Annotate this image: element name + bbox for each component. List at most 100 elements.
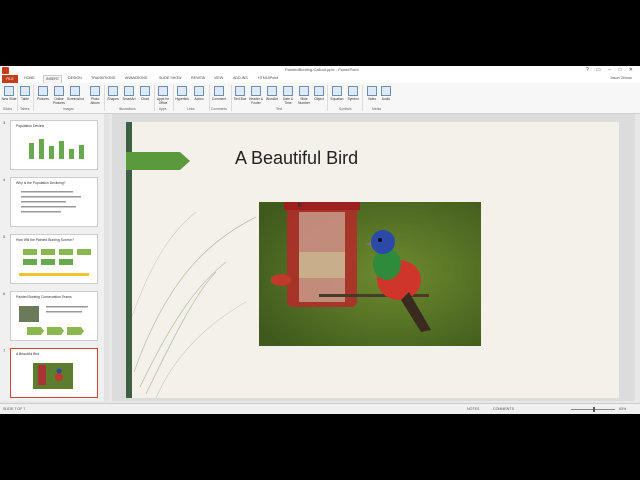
slide-thumbnail-4[interactable]: Why is the Population Declining?	[10, 177, 98, 227]
apps-icon	[158, 86, 168, 96]
thumbnail-photo-preview	[19, 306, 88, 335]
equation-button[interactable]: Equation	[329, 86, 345, 101]
thumbnail-diagram-preview	[19, 249, 91, 276]
zoom-level[interactable]: 65%	[619, 407, 626, 411]
ribbon-separator	[17, 85, 18, 111]
title-bar: PaintedBunting-Callout.pptx - PowerPoint…	[0, 66, 640, 75]
wordart-icon	[267, 86, 277, 96]
tab-home[interactable]: HOME	[24, 76, 35, 80]
thumbnail-bullets-preview	[21, 191, 81, 213]
slide-counter: SLIDE 7 OF 7	[3, 407, 26, 411]
header-footer-button[interactable]: Header & Footer	[248, 86, 264, 105]
hyperlink-icon	[177, 86, 187, 96]
current-slide[interactable]: A Beautiful Bird	[126, 122, 619, 398]
thumbnail-chart-preview	[29, 139, 84, 159]
tab-review[interactable]: REVIEW	[191, 76, 205, 80]
video-icon	[367, 86, 377, 96]
object-button[interactable]: Object	[311, 86, 327, 101]
ribbon-insert: New Slide Table Pictures Online Pictures…	[0, 83, 640, 114]
tab-view[interactable]: VIEW	[214, 76, 223, 80]
equation-icon	[332, 86, 342, 96]
powerpoint-window: PaintedBunting-Callout.pptx - PowerPoint…	[0, 66, 640, 414]
ribbon-separator	[104, 85, 105, 111]
slide-editing-area: A Beautiful Bird	[112, 114, 635, 401]
powerpoint-logo-icon	[2, 67, 9, 74]
smartart-button[interactable]: SmartArt	[121, 86, 137, 101]
new-slide-icon	[4, 86, 14, 96]
group-label-symbols: Symbols	[339, 107, 352, 111]
thumbnail-number: 4	[3, 177, 6, 182]
table-button[interactable]: Table	[17, 86, 33, 101]
group-label-slides: Slides	[3, 107, 12, 111]
photo-album-icon	[90, 86, 100, 96]
ribbon-separator	[231, 85, 232, 111]
tab-insert[interactable]: INSERT	[43, 75, 63, 83]
action-icon	[194, 86, 204, 96]
tab-add-ins[interactable]: ADD-INS	[233, 76, 248, 80]
slide-thumbnail-panel: 3 Population Decline 4 Why is the Popula…	[0, 114, 104, 401]
shapes-icon	[108, 86, 118, 96]
online-pictures-icon	[54, 86, 64, 96]
comments-button[interactable]: COMMENTS	[493, 407, 514, 411]
symbol-button[interactable]: Symbol	[345, 86, 361, 101]
audio-button[interactable]: Audio	[378, 86, 394, 101]
slide-thumbnail-5[interactable]: How Will the Painted Bunting Survive?	[10, 234, 98, 284]
hyperlink-button[interactable]: Hyperlink	[174, 86, 190, 101]
slide-thumbnail-6[interactable]: Painted Bunting Conservation Teams	[10, 291, 98, 341]
slide-number-button[interactable]: Slide Number	[296, 86, 312, 105]
text-box-icon	[235, 86, 245, 96]
audio-icon	[381, 86, 391, 96]
ribbon-separator	[33, 85, 34, 111]
text-box-button[interactable]: Text Box	[232, 86, 248, 101]
group-label-illustrations: Illustrations	[119, 107, 136, 111]
slide-number-icon	[299, 86, 309, 96]
header-footer-icon	[251, 86, 261, 96]
online-pictures-button[interactable]: Online Pictures	[51, 86, 67, 105]
user-name[interactable]: Jason Gilman	[610, 76, 632, 80]
chart-icon	[140, 86, 150, 96]
wordart-button[interactable]: WordArt	[264, 86, 280, 101]
apps-for-office-button[interactable]: Apps for Office	[155, 86, 171, 105]
group-label-comments: Comments	[211, 107, 227, 111]
tab-file[interactable]: FILE	[2, 75, 18, 83]
window-controls[interactable]: ? ▭ – □ ✕	[586, 67, 636, 73]
action-button[interactable]: Action	[191, 86, 207, 101]
smartart-icon	[124, 86, 134, 96]
slide-thumbnail-7[interactable]: A Beautiful Bird	[10, 348, 98, 398]
comment-icon	[214, 86, 224, 96]
group-label-images: Images	[63, 107, 74, 111]
shapes-button[interactable]: Shapes	[105, 86, 121, 101]
date-time-button[interactable]: Date & Time	[280, 86, 296, 105]
status-bar: SLIDE 7 OF 7 NOTES COMMENTS 65%	[0, 403, 640, 414]
thumbnail-number: 3	[3, 120, 6, 125]
screenshot-button[interactable]: Screenshot	[67, 86, 84, 101]
tab-animations[interactable]: ANIMATIONS	[125, 76, 147, 80]
thumbnail-bird-preview	[33, 363, 73, 389]
zoom-slider-handle[interactable]	[593, 407, 595, 412]
date-time-icon	[283, 86, 293, 96]
tab-transitions[interactable]: TRANSITIONS	[91, 76, 115, 80]
tab-html5point[interactable]: HTML5Point	[258, 76, 278, 80]
slide-title[interactable]: A Beautiful Bird	[235, 148, 358, 169]
slide-thumbnail-3[interactable]: Population Decline	[10, 120, 98, 170]
tab-design[interactable]: DESIGN	[68, 76, 82, 80]
symbol-icon	[348, 86, 358, 96]
group-label-text: Text	[276, 107, 283, 111]
ribbon-separator	[362, 85, 363, 111]
pictures-button[interactable]: Pictures	[35, 86, 51, 101]
notes-button[interactable]: NOTES	[467, 407, 479, 411]
photo-album-button[interactable]: Photo Album	[87, 86, 103, 105]
table-icon	[20, 86, 30, 96]
bird-photo[interactable]	[259, 202, 481, 346]
group-label-media: Media	[372, 107, 381, 111]
thumbnail-number: 6	[3, 291, 6, 296]
comment-button[interactable]: Comment	[211, 86, 227, 101]
ribbon-separator	[154, 85, 155, 111]
ribbon-separator	[327, 85, 328, 111]
object-icon	[314, 86, 324, 96]
window-title: PaintedBunting-Callout.pptx - PowerPoint	[285, 67, 359, 72]
new-slide-button[interactable]: New Slide	[1, 86, 17, 101]
tab-slide-show[interactable]: SLIDE SHOW	[159, 76, 182, 80]
thumbnail-scrollbar[interactable]	[104, 114, 109, 401]
chart-button[interactable]: Chart	[137, 86, 153, 101]
